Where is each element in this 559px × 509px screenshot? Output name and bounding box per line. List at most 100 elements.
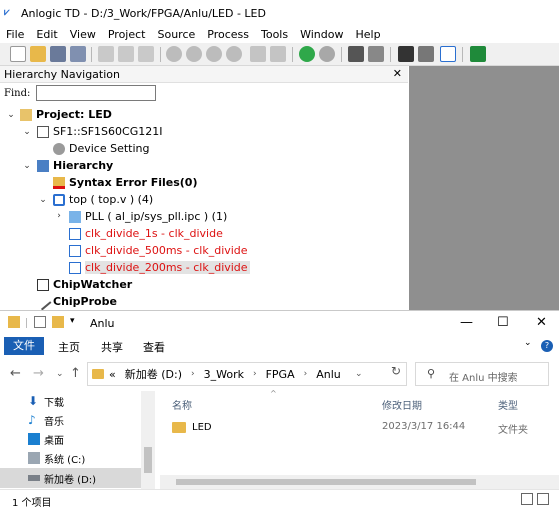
chevron-right-icon[interactable]: ›: [54, 211, 64, 221]
find-prev-icon[interactable]: [206, 46, 222, 62]
refresh-icon[interactable]: ↻: [385, 364, 407, 382]
chevron-right-icon[interactable]: ›: [253, 369, 257, 379]
close-icon[interactable]: ✕: [393, 67, 402, 80]
td-menu-bar: File Edit View Project Source Process To…: [0, 26, 559, 43]
tree-item-pll[interactable]: PLL ( al_ip/sys_pll.ipc ) (1): [69, 208, 227, 225]
toolbar-separator: [390, 47, 391, 62]
nav-item-downloads[interactable]: ⬇ 下载: [28, 392, 64, 410]
tree-item-syntax-errors[interactable]: Syntax Error Files(0): [53, 174, 197, 191]
vertical-scrollbar[interactable]: [141, 391, 155, 489]
nav-item-music[interactable]: ♪ 音乐: [28, 411, 64, 429]
scrollbar-thumb[interactable]: [144, 447, 152, 473]
scrollbar-thumb[interactable]: [176, 479, 476, 485]
chevron-down-icon[interactable]: ⌄: [524, 338, 532, 348]
file-explorer-window: ▾ Anlu — ☐ ✕ 文件 主页 共享 查看 ⌄ ? ← → ⌄ ↑ « 新…: [0, 310, 559, 509]
chevron-right-icon[interactable]: ›: [191, 369, 195, 379]
layout-icon[interactable]: [348, 46, 364, 62]
cut-icon[interactable]: [98, 46, 114, 62]
breadcrumb-3-work[interactable]: 3_Work: [204, 368, 244, 381]
chart-icon[interactable]: [368, 46, 384, 62]
chevron-down-icon[interactable]: ⌄: [22, 127, 32, 137]
chevron-right-icon[interactable]: ›: [304, 369, 308, 379]
search-input[interactable]: ⚲ 在 Anlu 中搜索: [415, 362, 549, 386]
tree-item-chipwatcher[interactable]: ChipWatcher: [37, 276, 132, 293]
address-dropdown-icon[interactable]: ⌄: [355, 369, 363, 379]
run-icon[interactable]: [299, 46, 315, 62]
save-icon[interactable]: [50, 46, 66, 62]
tree-item-chipprobe[interactable]: ChipProbe: [34, 293, 117, 310]
chip-icon[interactable]: [398, 46, 414, 62]
tree-item-clk-divide-200ms[interactable]: clk_divide_200ms - clk_divide: [69, 259, 250, 276]
tab-home[interactable]: 主页: [58, 339, 80, 355]
close-icon[interactable]: ✕: [536, 315, 547, 330]
tree-item-clk-divide-500ms[interactable]: clk_divide_500ms - clk_divide: [69, 242, 248, 259]
open-folder-icon[interactable]: [30, 46, 46, 62]
forward-arrow-icon[interactable]: →: [33, 366, 44, 381]
save-all-icon[interactable]: [70, 46, 86, 62]
ip-core-icon: [69, 210, 81, 223]
maximize-icon[interactable]: ☐: [497, 315, 509, 330]
tab-view[interactable]: 查看: [143, 339, 165, 355]
navigation-bar: ← → ⌄ ↑ « 新加卷 (D:) › 3_Work › FPGA › Anl…: [0, 361, 559, 389]
tree-item-device-setting[interactable]: Device Setting: [53, 140, 150, 157]
menu-project[interactable]: Project: [102, 28, 152, 41]
redo-icon[interactable]: [270, 46, 286, 62]
up-arrow-icon[interactable]: ↑: [70, 366, 81, 381]
tree-item-project[interactable]: Project: LED: [20, 106, 112, 123]
stop-icon[interactable]: [319, 46, 335, 62]
new-folder-icon[interactable]: [52, 316, 64, 328]
menu-help[interactable]: Help: [349, 28, 386, 41]
chevron-down-icon[interactable]: ⌄: [6, 110, 16, 120]
find-next-icon[interactable]: [186, 46, 202, 62]
tab-file[interactable]: 文件: [4, 337, 44, 355]
large-icons-view-icon[interactable]: [537, 493, 549, 505]
chevron-down-icon[interactable]: ⌄: [38, 195, 48, 205]
chevron-down-icon[interactable]: ⌄: [22, 161, 32, 171]
tree-item-top[interactable]: top ( top.v ) (4): [53, 191, 153, 208]
search-icon[interactable]: [166, 46, 182, 62]
column-header-name[interactable]: 名称: [172, 397, 192, 412]
properties-icon[interactable]: [34, 316, 46, 328]
nav-item-desktop[interactable]: 桌面: [28, 430, 64, 448]
column-header-type[interactable]: 类型: [498, 397, 518, 412]
file-row[interactable]: LED: [172, 416, 212, 438]
breadcrumb-fpga[interactable]: FPGA: [266, 368, 295, 381]
paste-icon[interactable]: [138, 46, 154, 62]
help-icon[interactable]: ?: [541, 340, 553, 352]
tree-item-hierarchy[interactable]: Hierarchy: [37, 157, 113, 174]
recent-dropdown-icon[interactable]: ⌄: [56, 369, 64, 379]
quick-access-dropdown-icon[interactable]: ▾: [70, 316, 75, 328]
replace-icon[interactable]: [226, 46, 242, 62]
menu-window[interactable]: Window: [294, 28, 349, 41]
probe-icon[interactable]: [418, 46, 434, 62]
nav-item-label: 桌面: [44, 435, 64, 447]
menu-process[interactable]: Process: [201, 28, 255, 41]
back-arrow-icon[interactable]: ←: [10, 366, 21, 381]
menu-tools[interactable]: Tools: [255, 28, 294, 41]
download-icon[interactable]: [470, 46, 486, 62]
breadcrumb-anlu[interactable]: Anlu: [316, 368, 341, 381]
find-input[interactable]: [36, 85, 156, 101]
menu-file[interactable]: File: [0, 28, 30, 41]
minimize-icon[interactable]: —: [460, 315, 473, 330]
drive-icon: [28, 452, 40, 464]
menu-source[interactable]: Source: [151, 28, 201, 41]
breadcrumb-drive-d[interactable]: 新加卷 (D:): [125, 366, 182, 382]
menu-view[interactable]: View: [64, 28, 102, 41]
nav-item-drive-d[interactable]: 新加卷 (D:): [28, 469, 96, 487]
tree-item-clk-divide-1s[interactable]: clk_divide_1s - clk_divide: [69, 225, 223, 242]
new-file-icon[interactable]: [10, 46, 26, 62]
navigation-pane: ⬇ 下载 ♪ 音乐 桌面 系统 (C:) 新加卷 (D:): [0, 391, 155, 489]
copy-icon[interactable]: [118, 46, 134, 62]
tab-share[interactable]: 共享: [101, 339, 123, 355]
undo-icon[interactable]: [250, 46, 266, 62]
settings-gear-icon: [53, 142, 65, 155]
details-view-icon[interactable]: [521, 493, 533, 505]
address-overflow[interactable]: «: [109, 368, 116, 381]
tree-item-device[interactable]: SF1::SF1S60CG121I: [37, 123, 162, 140]
menu-edit[interactable]: Edit: [30, 28, 63, 41]
horizontal-scrollbar[interactable]: [160, 475, 559, 489]
waveform-icon[interactable]: [440, 46, 456, 62]
nav-item-drive-c[interactable]: 系统 (C:): [28, 449, 85, 467]
column-header-date[interactable]: 修改日期: [382, 397, 422, 412]
